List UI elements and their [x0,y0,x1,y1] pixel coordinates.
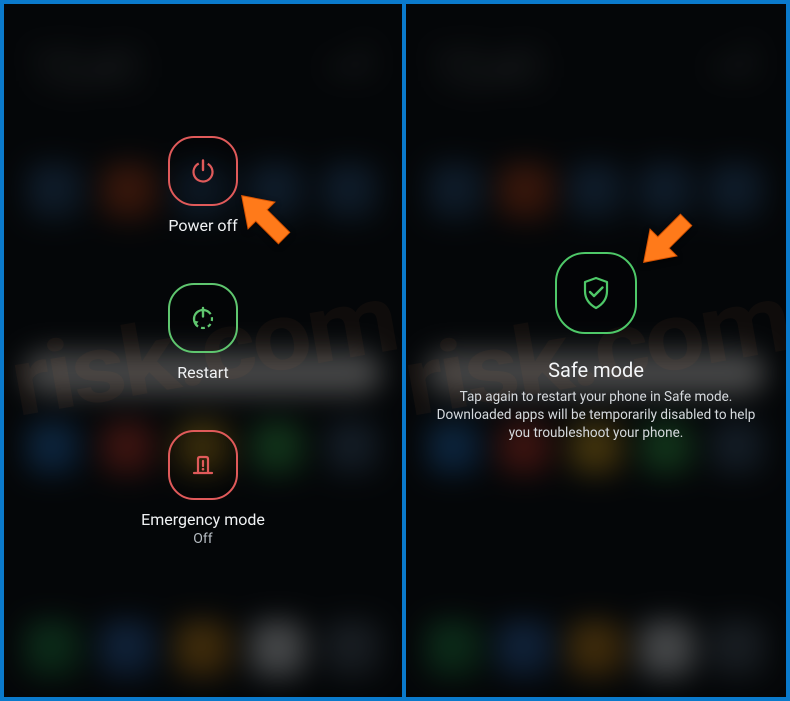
power-off-option[interactable]: Power off [168,136,238,235]
emergency-icon [188,450,218,480]
restart-label: Restart [177,363,229,382]
safe-mode-description: Tap again to restart your phone in Safe … [436,388,756,443]
safe-mode-title: Safe mode [548,358,644,382]
power-menu: Power off Restart [4,136,402,547]
power-icon [188,156,218,186]
emergency-label: Emergency mode [141,510,265,529]
power-off-label: Power off [168,216,237,235]
safe-mode-block: Safe mode Tap again to restart your phon… [406,252,786,443]
screenshot-right: 15:41 8°Cloudy risk.com Safe mode Tap ag… [406,4,786,697]
emergency-sublabel: Off [193,531,212,547]
power-off-icon-container [168,136,238,206]
emergency-icon-container [168,430,238,500]
emergency-mode-option[interactable]: Emergency mode Off [141,430,265,547]
safe-mode-option[interactable] [555,252,637,334]
shield-check-icon [576,273,616,313]
restart-icon-container [168,283,238,353]
restart-icon [187,302,219,334]
restart-option[interactable]: Restart [168,283,238,382]
screenshot-left: 15:41 8°Cloudy risk.com Power off [4,4,402,697]
